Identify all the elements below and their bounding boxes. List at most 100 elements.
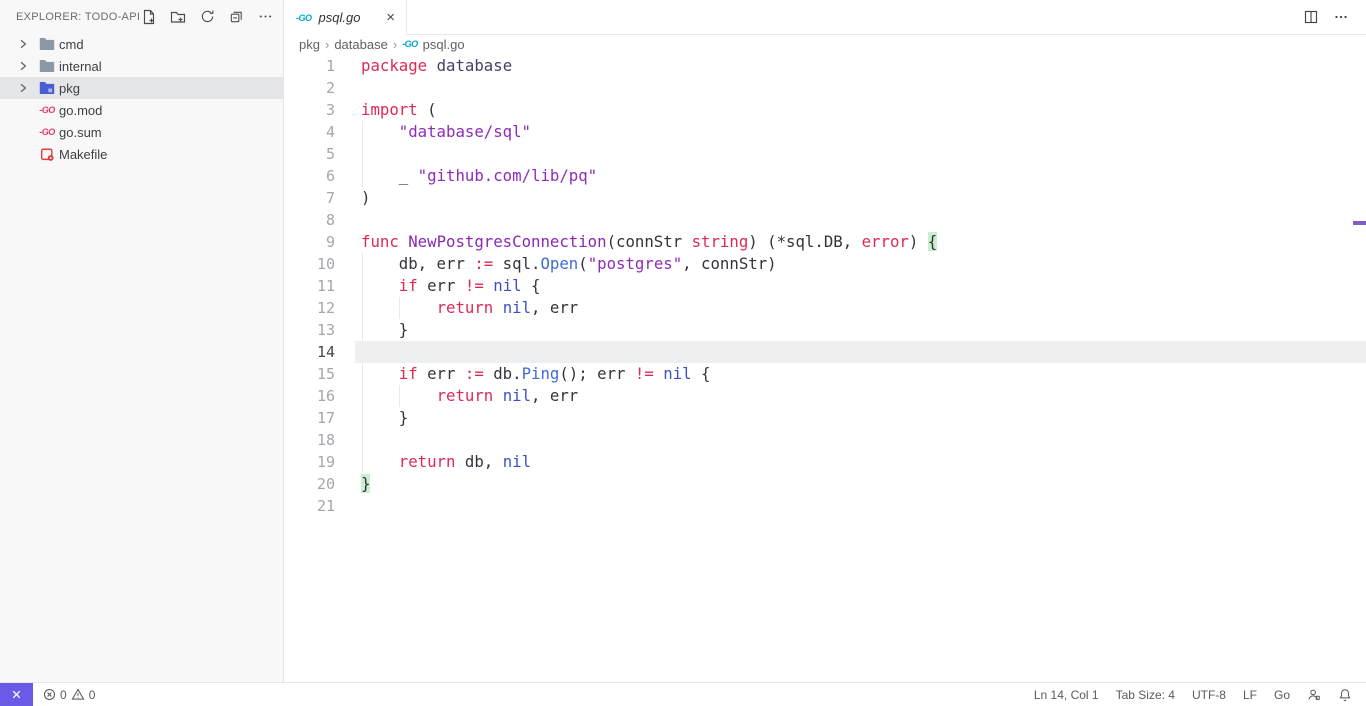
go-file-icon: -GO [402, 39, 418, 49]
more-actions-icon[interactable] [1333, 9, 1349, 25]
line-number: 1 [284, 55, 355, 77]
breadcrumb-segment[interactable]: database [334, 37, 388, 52]
line-number: 19 [284, 451, 355, 473]
explorer-sidebar: EXPLORER: TODO-API [0, 0, 284, 682]
code-line-15[interactable]: 15 if err := db.Ping(); err != nil { [284, 363, 1366, 385]
line-content: ) [355, 187, 1366, 209]
line-number: 6 [284, 165, 355, 187]
breadcrumb-segment[interactable]: psql.go [423, 37, 465, 52]
code-line-14[interactable]: 14 [284, 341, 1366, 363]
file-icon [35, 59, 59, 73]
code-line-9[interactable]: 9func NewPostgresConnection(connStr stri… [284, 231, 1366, 253]
chevron-right-icon [18, 83, 28, 93]
code-editor[interactable]: 1package database23import (4 "database/s… [284, 53, 1366, 682]
remote-indicator[interactable] [0, 683, 33, 706]
status-bar: 0 0 Ln 14, Col 1 Tab Size: 4 UTF-8 LF Go [0, 682, 1366, 706]
line-content: } [355, 473, 1366, 495]
line-number: 17 [284, 407, 355, 429]
line-content: import ( [355, 99, 1366, 121]
go-file-icon: -GO [296, 13, 312, 23]
line-content: return nil, err [355, 297, 1366, 319]
line-number: 2 [284, 77, 355, 99]
warning-count: 0 [89, 688, 96, 702]
code-line-16[interactable]: 16 return nil, err [284, 385, 1366, 407]
notifications-bell-icon[interactable] [1338, 688, 1352, 702]
refresh-icon[interactable] [198, 8, 216, 26]
item-label: cmd [59, 37, 84, 52]
code-line-13[interactable]: 13 } [284, 319, 1366, 341]
file-icon [35, 37, 59, 51]
problems-status[interactable]: 0 0 [33, 688, 95, 702]
line-number: 12 [284, 297, 355, 319]
code-line-18[interactable]: 18 [284, 429, 1366, 451]
feedback-icon[interactable] [1307, 688, 1321, 702]
line-content: package database [355, 55, 1366, 77]
status-item-language-mode[interactable]: Go [1274, 688, 1290, 702]
vscode-window: EXPLORER: TODO-API [0, 0, 1366, 706]
code-lines: 1package database23import (4 "database/s… [284, 55, 1366, 517]
tab-psql-go[interactable]: -GO psql.go × [284, 0, 407, 35]
chevron-right-icon [18, 61, 28, 71]
code-line-5[interactable]: 5 [284, 143, 1366, 165]
code-line-3[interactable]: 3import ( [284, 99, 1366, 121]
sidebar-item-go-sum[interactable]: -GOgo.sum [0, 121, 283, 143]
go-file-icon: -GO [39, 105, 55, 115]
line-number: 14 [284, 341, 355, 363]
sidebar-item-cmd[interactable]: cmd [0, 33, 283, 55]
new-file-icon[interactable] [140, 8, 158, 26]
line-number: 18 [284, 429, 355, 451]
line-content [355, 341, 1366, 363]
folder-icon [39, 59, 55, 73]
line-number: 7 [284, 187, 355, 209]
split-editor-icon[interactable] [1303, 9, 1319, 25]
line-content [355, 209, 1366, 231]
code-line-10[interactable]: 10 db, err := sql.Open("postgres", connS… [284, 253, 1366, 275]
code-line-17[interactable]: 17 } [284, 407, 1366, 429]
error-icon [43, 688, 56, 701]
status-item-tab-size[interactable]: Tab Size: 4 [1116, 688, 1175, 702]
line-number: 13 [284, 319, 355, 341]
line-number: 8 [284, 209, 355, 231]
collapse-all-icon[interactable] [227, 8, 245, 26]
sidebar-item-internal[interactable]: internal [0, 55, 283, 77]
go-file-icon: -GO [39, 127, 55, 137]
code-line-19[interactable]: 19 return db, nil [284, 451, 1366, 473]
code-line-8[interactable]: 8 [284, 209, 1366, 231]
line-number: 11 [284, 275, 355, 297]
more-actions-icon[interactable] [256, 8, 274, 26]
breadcrumb-separator-icon: › [393, 37, 397, 52]
code-line-2[interactable]: 2 [284, 77, 1366, 99]
sidebar-item-Makefile[interactable]: Makefile [0, 143, 283, 165]
line-number: 20 [284, 473, 355, 495]
file-icon [35, 147, 59, 162]
code-line-20[interactable]: 20} [284, 473, 1366, 495]
status-item-cursor-position[interactable]: Ln 14, Col 1 [1034, 688, 1099, 702]
line-number: 15 [284, 363, 355, 385]
code-line-11[interactable]: 11 if err != nil { [284, 275, 1366, 297]
sidebar-item-pkg[interactable]: pkg [0, 77, 283, 99]
line-content: return db, nil [355, 451, 1366, 473]
warning-icon [71, 688, 85, 701]
breadcrumb-segment[interactable]: pkg [299, 37, 320, 52]
line-content [355, 429, 1366, 451]
line-content: "database/sql" [355, 121, 1366, 143]
code-line-1[interactable]: 1package database [284, 55, 1366, 77]
status-item-encoding[interactable]: UTF-8 [1192, 688, 1226, 702]
code-line-6[interactable]: 6 _ "github.com/lib/pq" [284, 165, 1366, 187]
line-content: if err := db.Ping(); err != nil { [355, 363, 1366, 385]
item-label: pkg [59, 81, 80, 96]
tab-bar-empty [407, 0, 1303, 34]
status-item-eol[interactable]: LF [1243, 688, 1257, 702]
line-number: 4 [284, 121, 355, 143]
code-line-7[interactable]: 7) [284, 187, 1366, 209]
file-tree: cmd internal pkg -GOgo.mod-GOgo.sumMakefile [0, 33, 283, 682]
sidebar-item-go-mod[interactable]: -GOgo.mod [0, 99, 283, 121]
close-icon[interactable]: × [383, 9, 398, 26]
editor-group: -GO psql.go × pkg›database›-GOpsql.go 1p… [284, 0, 1366, 682]
line-content: func NewPostgresConnection(connStr strin… [355, 231, 1366, 253]
code-line-12[interactable]: 12 return nil, err [284, 297, 1366, 319]
error-count: 0 [60, 688, 67, 702]
new-folder-icon[interactable] [169, 8, 187, 26]
code-line-21[interactable]: 21 [284, 495, 1366, 517]
code-line-4[interactable]: 4 "database/sql" [284, 121, 1366, 143]
